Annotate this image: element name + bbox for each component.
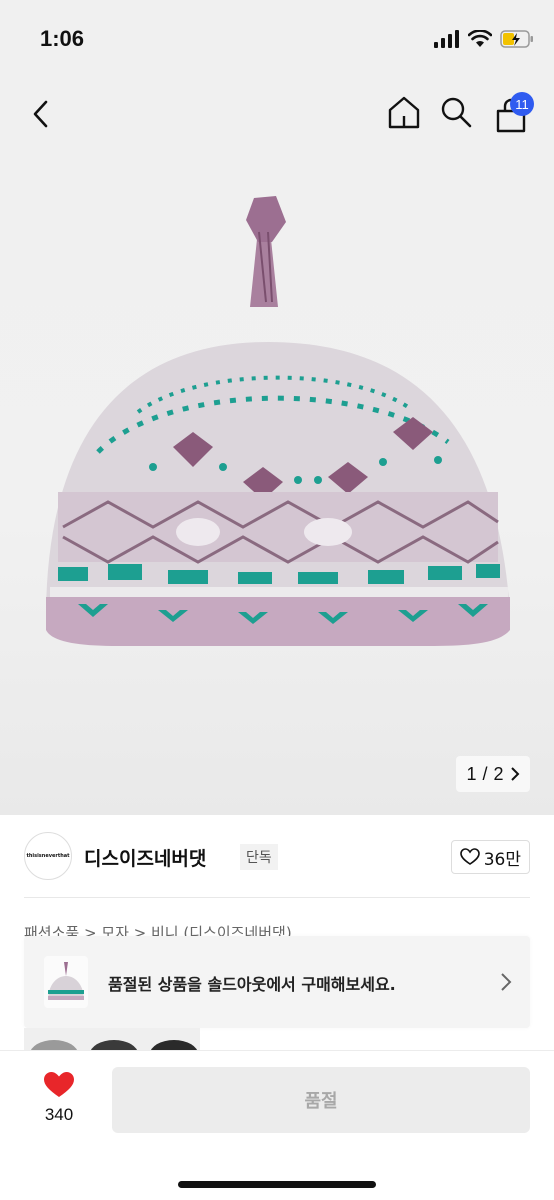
heart-outline-icon <box>459 848 480 865</box>
cart-count-badge: 11 <box>510 92 534 116</box>
brand-logo[interactable]: thisisneverthat <box>24 832 72 880</box>
signal-icon <box>434 30 459 48</box>
product-gallery[interactable]: 11 1 / 2 <box>0 80 554 815</box>
brand-logo-text: thisisneverthat <box>26 853 70 859</box>
status-bar: 1:06 <box>0 0 554 80</box>
soldout-banner-text: 품절된 상품을 솔드아웃에서 구매해보세요. <box>108 975 396 994</box>
exclusive-badge: 단독 <box>240 844 278 870</box>
cart-button[interactable]: 11 <box>492 92 534 134</box>
image-total: 2 <box>493 763 504 784</box>
wishlist-button[interactable]: 340 <box>36 1071 82 1125</box>
brand-like-count: 36만 <box>483 849 521 870</box>
image-separator: / <box>482 763 488 784</box>
home-icon <box>388 96 420 129</box>
wishlist-count: 340 <box>44 1105 74 1124</box>
chevron-right-icon <box>501 973 512 991</box>
product-image <box>46 196 510 646</box>
brand-row: thisisneverthat 디스이즈네버댓 단독 36만 <box>24 832 530 882</box>
chevron-right-icon <box>510 767 519 781</box>
back-button[interactable] <box>26 98 58 130</box>
soldout-thumbnail <box>44 956 88 1008</box>
related-thumbnails[interactable] <box>24 1028 200 1050</box>
sold-out-button[interactable]: 품절 <box>112 1067 530 1133</box>
search-button[interactable] <box>438 94 474 130</box>
divider <box>24 897 530 898</box>
brand-name[interactable]: 디스이즈네버댓 <box>84 844 206 871</box>
wifi-icon <box>468 30 492 47</box>
status-time: 1:06 <box>40 26 85 51</box>
status-icons <box>434 30 534 48</box>
bottom-action-bar: 340 품절 <box>0 1050 554 1200</box>
heart-filled-icon <box>44 1072 74 1097</box>
battery-icon <box>500 30 533 48</box>
home-button[interactable] <box>386 94 422 130</box>
search-icon <box>441 97 472 128</box>
chevron-left-icon <box>33 100 48 128</box>
image-current: 1 <box>466 763 477 784</box>
soldout-banner[interactable]: 품절된 상품을 솔드아웃에서 구매해보세요. <box>24 936 530 1028</box>
home-indicator <box>178 1181 376 1188</box>
image-counter[interactable]: 1 / 2 <box>456 756 530 792</box>
brand-like-button[interactable]: 36만 <box>450 840 530 874</box>
